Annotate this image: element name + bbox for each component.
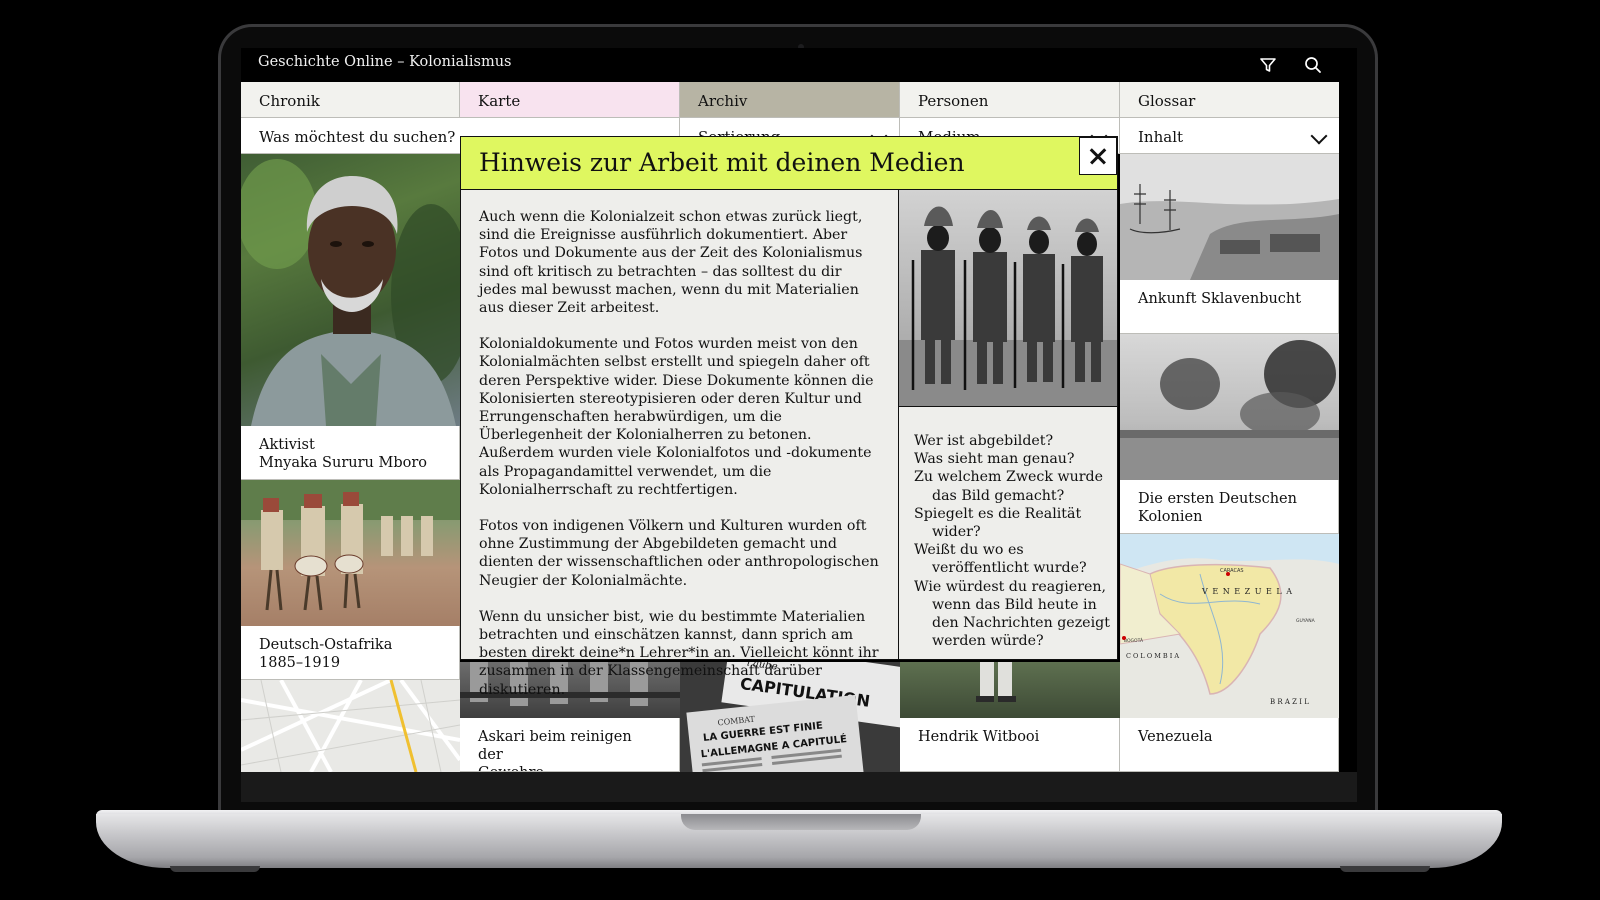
chevron-down-icon <box>1310 127 1328 145</box>
askari-group-photo <box>899 190 1117 407</box>
modal-header: Hinweis zur Arbeit mit deinen Medien <box>460 136 1118 190</box>
map-label-region: GUYANA <box>1296 618 1316 624</box>
content-area: Chronik Karte Archiv Personen Glossar Wa… <box>241 82 1357 772</box>
reflection-questions: Wer ist abgebildet? Was sieht man genau?… <box>914 432 1114 650</box>
card-venezuela[interactable]: Venezuela <box>1120 718 1339 772</box>
tab-label: Archiv <box>698 92 748 110</box>
tab-archiv[interactable]: Archiv <box>680 82 900 118</box>
card-askari[interactable]: Askari beim reinigen der Gewehre <box>460 718 680 772</box>
modal-body: Auch wenn die Kolonialzeit schon etwas z… <box>460 190 899 698</box>
question-item: Was sieht man genau? <box>914 451 1075 468</box>
ostafrika-photo[interactable] <box>241 480 460 626</box>
close-icon[interactable] <box>1079 137 1117 175</box>
laptop-foot <box>1340 866 1430 872</box>
tab-chronik[interactable]: Chronik <box>241 82 460 118</box>
laptop-foot <box>170 866 260 872</box>
tab-personen[interactable]: Personen <box>900 82 1120 118</box>
app-bar: Geschichte Online – Kolonialismus <box>241 48 1357 82</box>
modal-side-panel: Wer ist abgebildet? Was sieht man genau?… <box>899 190 1118 660</box>
card-label: 1885–1919 <box>259 655 341 671</box>
tab-label: Chronik <box>259 92 320 110</box>
card-witbooi[interactable]: Hendrik Witbooi <box>900 718 1120 772</box>
sklavenbucht-image[interactable] <box>1120 154 1339 280</box>
app-title: Geschichte Online – Kolonialismus <box>258 54 512 70</box>
card-label: Mnyaka Sururu Mboro <box>259 455 428 471</box>
venezuela-map[interactable]: V E N E Z U E L A C O L O M B I A B R A … <box>1120 534 1339 718</box>
card-label: Deutsch-Ostafrika <box>259 637 393 653</box>
map-label-country: B R A Z I L <box>1270 698 1309 706</box>
card-label: Gewehre <box>478 764 661 771</box>
kolonien-photo[interactable] <box>1120 334 1339 480</box>
map-thumbnail[interactable] <box>241 680 460 772</box>
modal-paragraph: Kolonialdokumente und Fotos wurden meist… <box>479 336 874 498</box>
tab-label: Karte <box>478 92 521 110</box>
question-item: Spiegelt es die Realität wider? <box>914 505 1082 541</box>
search-icon[interactable] <box>1304 56 1322 74</box>
tab-karte[interactable]: Karte <box>460 82 680 118</box>
card-label: Ankunft Sklavenbucht <box>1138 291 1302 307</box>
modal-paragraph: Wenn du unsicher bist, wie du bestimmte … <box>479 608 879 698</box>
card-label: Askari beim reinigen der <box>478 729 632 763</box>
card-sklavenbucht[interactable]: Ankunft Sklavenbucht <box>1120 280 1339 334</box>
map-label-country: C O L O M B I A <box>1126 652 1179 660</box>
screen: Geschichte Online – Kolonialismus Chroni… <box>241 48 1357 802</box>
card-ostafrika[interactable]: Deutsch-Ostafrika 1885–1919 <box>241 626 460 680</box>
card-label: Kolonien <box>1138 509 1203 525</box>
laptop-notch <box>681 814 921 830</box>
question-item: Weißt du wo es veröffentlicht wurde? <box>914 542 1087 577</box>
map-label-country: V E N E Z U E L A <box>1201 587 1293 596</box>
map-label-city: CARACAS <box>1220 568 1244 574</box>
filter-icon[interactable] <box>1259 56 1277 74</box>
tab-glossar[interactable]: Glossar <box>1120 82 1339 118</box>
modal-title: Hinweis zur Arbeit mit deinen Medien <box>479 148 965 177</box>
card-label: Die ersten Deutschen <box>1138 491 1297 507</box>
card-label: Venezuela <box>1138 729 1213 745</box>
content-dropdown[interactable]: Inhalt <box>1120 118 1339 154</box>
modal-paragraph: Fotos von indigenen Völkern und Kulturen… <box>479 518 879 589</box>
card-label: Aktivist <box>259 437 315 453</box>
question-item: Zu welchem Zweck wurde das Bild gemacht? <box>914 469 1104 504</box>
screen-bottom-bezel <box>241 772 1357 802</box>
card-label: Hendrik Witbooi <box>918 729 1040 745</box>
content-label: Inhalt <box>1138 128 1184 146</box>
modal-paragraph: Auch wenn die Kolonialzeit schon etwas z… <box>479 209 863 317</box>
question-item: Wie würdest du reagieren, wenn das Bild … <box>914 578 1110 650</box>
tab-label: Glossar <box>1138 92 1196 110</box>
tab-label: Personen <box>918 92 989 110</box>
search-placeholder: Was möchtest du suchen? <box>259 128 456 146</box>
map-label-city: BOGOTÁ <box>1124 637 1144 644</box>
card-kolonien[interactable]: Die ersten Deutschen Kolonien <box>1120 480 1339 534</box>
card-activist[interactable]: Aktivist Mnyaka Sururu Mboro <box>241 426 460 480</box>
question-item: Wer ist abgebildet? <box>914 433 1054 449</box>
media-notice-modal: Hinweis zur Arbeit mit deinen Medien Auc… <box>460 136 1118 710</box>
activist-photo[interactable] <box>241 154 460 426</box>
